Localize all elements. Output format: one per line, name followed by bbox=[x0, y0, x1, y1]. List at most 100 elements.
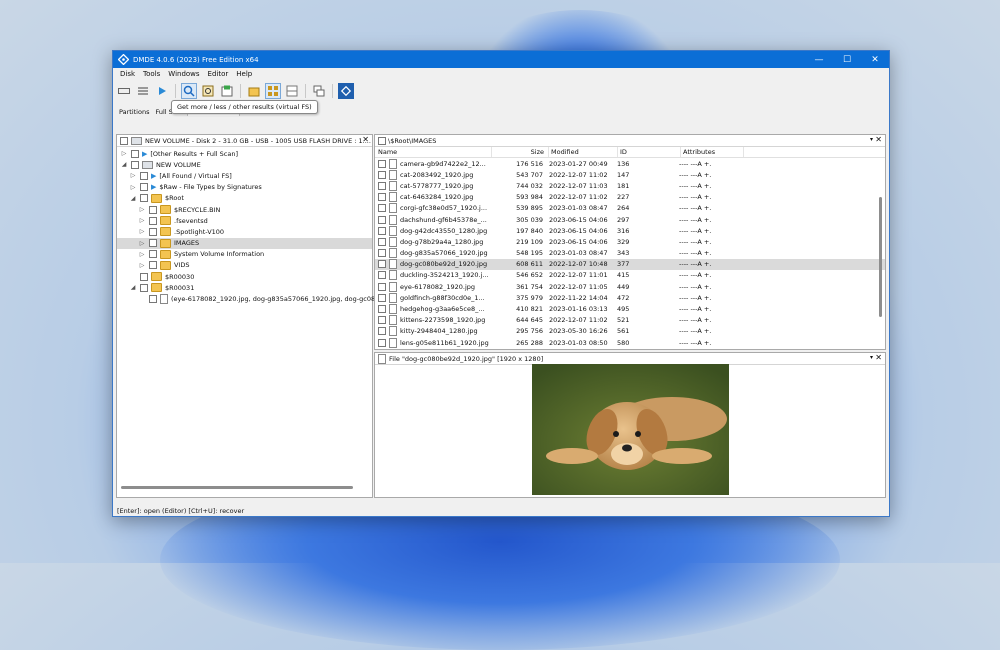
file-checkbox[interactable] bbox=[378, 316, 386, 325]
file-row[interactable]: camera-gb9d7422e2_12... 176 516 2023-01-27… bbox=[375, 158, 885, 169]
recover-icon-button[interactable] bbox=[219, 83, 235, 99]
menu-help[interactable]: Help bbox=[232, 70, 256, 78]
vertical-scrollbar[interactable] bbox=[879, 197, 882, 317]
file-row[interactable]: cat-6463284_1920.jpg 593 984 2022-12-07 11… bbox=[375, 192, 885, 203]
file-checkbox[interactable] bbox=[378, 204, 386, 213]
virtual-fs-results-button[interactable] bbox=[181, 83, 197, 99]
file-checkbox[interactable] bbox=[378, 249, 386, 258]
file-row[interactable]: cat-5778777_1920.jpg 744 032 2022-12-07 11… bbox=[375, 180, 885, 191]
file-row[interactable]: dog-gc080be92d_1920.jpg 608 611 2022-12-07… bbox=[375, 258, 885, 270]
column-id[interactable]: ID bbox=[618, 147, 681, 157]
tree-item-checkbox[interactable] bbox=[149, 205, 157, 214]
file-row[interactable]: lens-g05e811b61_1920.jpg 265 288 2023-01-0… bbox=[375, 337, 885, 348]
tree-item-checkbox[interactable] bbox=[140, 283, 148, 292]
file-row[interactable]: cat-2083492_1920.jpg 543 707 2022-12-07 11… bbox=[375, 169, 885, 180]
dmde-logo-icon-button[interactable] bbox=[338, 83, 354, 99]
maximize-button[interactable]: ☐ bbox=[833, 51, 861, 68]
expand-toggle-icon[interactable]: ▷ bbox=[138, 262, 146, 269]
tree-item[interactable]: $R00030 bbox=[117, 271, 372, 282]
tree-item[interactable]: ▷ ▶ [All Found / Virtual FS] bbox=[117, 170, 372, 181]
file-checkbox[interactable] bbox=[378, 327, 386, 336]
file-checkbox[interactable] bbox=[378, 260, 386, 269]
file-checkbox[interactable] bbox=[378, 282, 386, 291]
tree-item-checkbox[interactable] bbox=[149, 261, 157, 270]
tree-item-checkbox[interactable] bbox=[140, 194, 148, 203]
file-row[interactable]: dog-g42dc43550_1280.jpg 197 840 2023-06-15… bbox=[375, 225, 885, 236]
menu-tools[interactable]: Tools bbox=[139, 70, 164, 78]
tree-item[interactable]: ▷ System Volume Information bbox=[117, 249, 372, 260]
file-checkbox[interactable] bbox=[378, 293, 386, 302]
details-view-icon-button[interactable] bbox=[265, 83, 281, 99]
disk-icon-button[interactable] bbox=[116, 83, 132, 99]
tree-item[interactable]: ▷ ▶ $Raw - File Types by Signatures bbox=[117, 182, 372, 193]
dropdown-icon[interactable]: ▾ bbox=[870, 354, 873, 361]
folder-view-icon-button[interactable] bbox=[246, 83, 262, 99]
file-row[interactable]: corgi-gfc38e0d57_1920.j... 539 895 2023-01… bbox=[375, 203, 885, 214]
menu-disk[interactable]: Disk bbox=[116, 70, 139, 78]
expand-toggle-icon[interactable]: ◢ bbox=[129, 195, 137, 202]
tree-item-checkbox[interactable] bbox=[149, 216, 157, 225]
file-checkbox[interactable] bbox=[378, 237, 386, 246]
expand-toggle-icon[interactable]: ▷ bbox=[138, 217, 146, 224]
expand-toggle-icon[interactable]: ▷ bbox=[129, 172, 137, 179]
file-checkbox[interactable] bbox=[378, 305, 386, 314]
file-checkbox[interactable] bbox=[378, 193, 386, 202]
file-checkbox[interactable] bbox=[378, 226, 386, 235]
file-checkbox[interactable] bbox=[378, 338, 386, 347]
tree-item[interactable]: ▷ ▶ [Other Results + Full Scan] bbox=[117, 148, 372, 159]
file-row[interactable]: kitty-2948404_1280.jpg 295 756 2023-05-30 … bbox=[375, 326, 885, 337]
tree-item[interactable]: ◢ NEW VOLUME bbox=[117, 159, 372, 170]
file-row[interactable]: duckling-3524213_1920.j... 546 652 2022-12… bbox=[375, 270, 885, 281]
file-checkbox[interactable] bbox=[378, 271, 386, 280]
file-row[interactable]: dog-g835a57066_1920.jpg 548 195 2023-01-03… bbox=[375, 248, 885, 259]
file-row[interactable]: goldfinch-g88f30cd0e_1... 375 979 2022-11-… bbox=[375, 292, 885, 303]
close-button[interactable]: ✕ bbox=[861, 51, 889, 68]
close-icon[interactable]: ✕ bbox=[362, 135, 369, 144]
play-icon-button[interactable] bbox=[154, 83, 170, 99]
close-icon[interactable]: ✕ bbox=[875, 135, 882, 144]
windows-icon-button[interactable] bbox=[311, 83, 327, 99]
tree-item-checkbox[interactable] bbox=[149, 227, 157, 236]
tree-item[interactable]: (eye-6178082_1920.jpg, dog-g835a57066_19… bbox=[117, 293, 394, 305]
minimize-button[interactable]: — bbox=[805, 51, 833, 68]
tree-item[interactable]: ▷ $RECYCLE.BIN bbox=[117, 204, 372, 215]
column-attributes[interactable]: Attributes bbox=[681, 147, 744, 157]
file-checkbox[interactable] bbox=[378, 181, 386, 190]
tab-partitions[interactable]: Partitions bbox=[116, 108, 152, 116]
file-row[interactable]: dog-g78b29a4a_1280.jpg 219 109 2023-06-15 … bbox=[375, 236, 885, 247]
search-files-icon-button[interactable] bbox=[200, 83, 216, 99]
tree-item[interactable]: ▷ VIDS bbox=[117, 260, 372, 271]
horizontal-scrollbar[interactable] bbox=[121, 486, 353, 489]
panel-view-icon-button[interactable] bbox=[284, 83, 300, 99]
file-row[interactable]: hedgehog-g3aa6e5ce8_... 410 821 2023-01-16… bbox=[375, 303, 885, 315]
tree-item-checkbox[interactable] bbox=[131, 149, 139, 158]
tree-item[interactable]: ◢ $Root bbox=[117, 193, 372, 204]
tree-item[interactable]: ◢ $R00031 bbox=[117, 282, 372, 293]
menu-windows[interactable]: Windows bbox=[164, 70, 203, 78]
file-row[interactable]: kittens-2273598_1920.jpg 644 645 2022-12-0… bbox=[375, 315, 885, 326]
expand-toggle-icon[interactable]: ▷ bbox=[138, 251, 146, 258]
select-all-checkbox[interactable] bbox=[120, 136, 128, 145]
tree-item[interactable]: ▷ IMAGES bbox=[117, 237, 372, 249]
expand-toggle-icon[interactable]: ▷ bbox=[120, 150, 128, 157]
expand-toggle-icon[interactable]: ▷ bbox=[129, 184, 137, 191]
column-size[interactable]: Size bbox=[492, 147, 549, 157]
tree-item-checkbox[interactable] bbox=[140, 171, 148, 180]
tree-item-checkbox[interactable] bbox=[131, 160, 139, 169]
tree-item-checkbox[interactable] bbox=[149, 239, 157, 248]
select-all-files-checkbox[interactable] bbox=[378, 136, 386, 145]
list-icon-button[interactable] bbox=[135, 83, 151, 99]
tree-item-checkbox[interactable] bbox=[149, 295, 157, 304]
column-modified[interactable]: Modified bbox=[549, 147, 618, 157]
file-row[interactable]: dachshund-gf6b45378e_... 305 039 2023-06-1… bbox=[375, 214, 885, 225]
menu-editor[interactable]: Editor bbox=[204, 70, 233, 78]
tree-item-checkbox[interactable] bbox=[140, 183, 148, 192]
file-checkbox[interactable] bbox=[378, 170, 386, 179]
tree-item-checkbox[interactable] bbox=[140, 272, 148, 281]
file-row[interactable]: eye-6178082_1920.jpg 361 754 2022-12-07 11… bbox=[375, 281, 885, 292]
expand-toggle-icon[interactable]: ◢ bbox=[129, 284, 137, 291]
column-name[interactable]: Name bbox=[375, 147, 492, 157]
expand-toggle-icon[interactable]: ▷ bbox=[138, 240, 146, 247]
tree-item[interactable]: ▷ .fseventsd bbox=[117, 215, 372, 226]
close-icon[interactable]: ✕ bbox=[875, 353, 882, 362]
